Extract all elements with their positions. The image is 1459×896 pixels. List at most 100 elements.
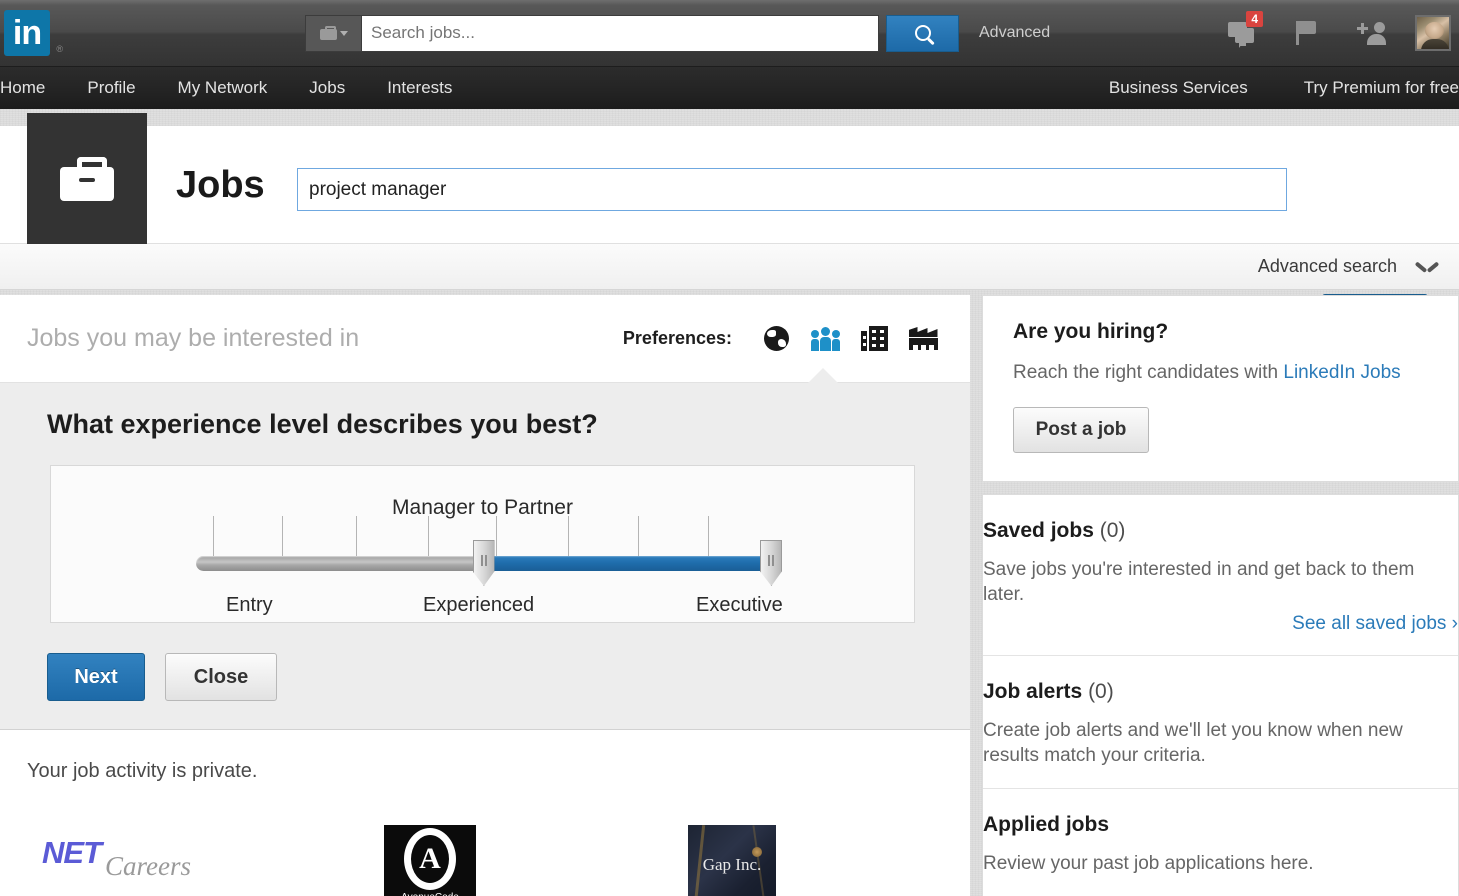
jobs-recommendations-header: Jobs you may be interested in Preference… <box>0 295 970 383</box>
applied-jobs-section: Applied jobs Review your past job applic… <box>983 788 1458 896</box>
active-preference-pointer <box>808 368 838 383</box>
job-activity-card: Saved jobs (0) Save jobs you're interest… <box>982 494 1459 896</box>
page-root: in ® Advanced 4 <box>0 0 1459 896</box>
global-search-button[interactable] <box>886 14 959 52</box>
profile-avatar[interactable] <box>1415 15 1451 51</box>
section-title: Jobs you may be interested in <box>27 324 360 352</box>
slider-selected-range <box>483 556 771 571</box>
experience-slider[interactable] <box>196 516 782 586</box>
preferences-label: Preferences: <box>622 328 732 348</box>
experience-level-wizard: What experience level describes you best… <box>0 383 970 730</box>
chevron-down-icon <box>339 30 348 36</box>
slider-axis-label-entry: Entry <box>226 594 273 616</box>
factory-icon <box>908 327 938 350</box>
see-all-saved-jobs-link[interactable]: See all saved jobs › <box>983 613 1458 635</box>
saved-jobs-title: Saved jobs (0) <box>983 519 1458 543</box>
global-nav-icons: 4 <box>1223 11 1459 51</box>
avenue-code-caption: AvenueCode <box>401 892 459 896</box>
net-careers-logo-secondary: Careers <box>105 851 191 881</box>
people-icon <box>810 326 840 351</box>
nav-item-my-network[interactable]: My Network <box>178 78 268 98</box>
net-careers-logo[interactable]: NET Careers <box>42 835 208 881</box>
jobs-badge <box>27 113 147 244</box>
job-alerts-section: Job alerts (0) Create job alerts and we'… <box>983 655 1458 788</box>
main-column: Jobs you may be interested in Preference… <box>0 295 970 896</box>
job-alerts-text: Create job alerts and we'll let you know… <box>983 720 1403 767</box>
secnav-secondary-links: Business Services Try Premium for free <box>1109 78 1459 98</box>
nav-item-home[interactable]: Home <box>0 78 45 98</box>
hiring-card-text-prefix: Reach the right candidates with <box>1013 362 1284 383</box>
add-person-icon <box>1357 21 1386 45</box>
search-category-dropdown[interactable] <box>305 14 361 52</box>
advanced-link[interactable]: Advanced <box>979 24 1050 42</box>
slider-axis-label-executive: Executive <box>696 594 783 616</box>
are-you-hiring-card: Are you hiring? Reach the right candidat… <box>982 295 1459 483</box>
post-a-job-button[interactable]: Post a job <box>1013 407 1149 454</box>
registered-mark: ® <box>56 44 63 54</box>
slider-value-label: Manager to Partner <box>392 496 573 519</box>
privacy-notice: Your job activity is private. <box>27 760 258 782</box>
globe-icon <box>763 326 789 351</box>
linkedin-logo-text: in <box>12 14 42 52</box>
gap-inc-logo[interactable]: Gap Inc. <box>688 825 776 896</box>
hiring-card-text: Reach the right candidates with LinkedIn… <box>1013 360 1428 385</box>
next-button[interactable]: Next <box>47 653 145 701</box>
job-activity-section: Your job activity is private. NET Career… <box>0 730 970 896</box>
right-rail: Are you hiring? Reach the right candidat… <box>982 295 1459 896</box>
net-careers-logo-primary: NET <box>42 835 102 870</box>
messages-button[interactable]: 4 <box>1223 11 1263 50</box>
applied-jobs-text: Review your past job applications here. <box>983 853 1314 875</box>
search-icon <box>914 25 931 41</box>
avenue-code-mark: A <box>404 827 456 890</box>
preference-company-size-button[interactable] <box>859 324 889 354</box>
messages-badge: 4 <box>1246 11 1263 27</box>
secnav-primary-links: Home Profile My Network Jobs Interests <box>0 78 452 98</box>
avenue-code-logo[interactable]: A AvenueCode <box>384 825 476 896</box>
saved-jobs-label: Saved jobs <box>983 519 1094 543</box>
saved-jobs-text: Save jobs you're interested in and get b… <box>983 559 1415 606</box>
advanced-search-label: Advanced search <box>1257 256 1397 276</box>
nav-item-profile[interactable]: Profile <box>87 78 135 98</box>
preference-people-button[interactable] <box>810 324 840 354</box>
preference-globe-button[interactable] <box>761 324 791 354</box>
nav-item-interests[interactable]: Interests <box>387 78 452 98</box>
preference-industry-button[interactable] <box>908 324 938 354</box>
global-search-area: Advanced <box>305 14 1050 52</box>
nav-item-jobs[interactable]: Jobs <box>309 78 345 98</box>
jobs-header: Jobs Search <box>0 113 1459 340</box>
wizard-question: What experience level describes you best… <box>47 409 598 439</box>
saved-jobs-section: Saved jobs (0) Save jobs you're interest… <box>983 495 1458 655</box>
job-alerts-count: (0) <box>1088 680 1114 704</box>
secondary-navigation-bar: Home Profile My Network Jobs Interests B… <box>0 67 1459 109</box>
wizard-buttons: Next Close <box>47 653 970 729</box>
slider-handle-low[interactable] <box>472 540 495 586</box>
experience-slider-card: Manager to Partner Entry Experienced Exe… <box>50 465 915 623</box>
applied-jobs-title: Applied jobs <box>983 813 1109 837</box>
jobs-search-input[interactable] <box>297 168 1287 211</box>
nav-item-business-services[interactable]: Business Services <box>1109 78 1248 98</box>
briefcase-icon <box>319 26 337 40</box>
job-alerts-label: Job alerts <box>983 680 1083 704</box>
linkedin-logo[interactable]: in ® <box>4 10 63 56</box>
hiring-card-title: Are you hiring? <box>1013 320 1169 343</box>
avenue-code-letter: A <box>419 841 441 875</box>
office-building-icon <box>860 326 888 351</box>
slider-axis-label-experienced: Experienced <box>423 594 535 616</box>
global-search-input[interactable] <box>361 14 879 52</box>
company-logo-strip: NET Careers A AvenueCode Gap Inc. <box>0 805 970 896</box>
global-navigation-bar: in ® Advanced 4 <box>0 0 1459 67</box>
advanced-search-toggle[interactable]: Advanced search <box>0 244 1459 290</box>
notifications-button[interactable] <box>1287 16 1327 50</box>
close-button[interactable]: Close <box>165 653 277 701</box>
add-connection-button[interactable] <box>1351 16 1391 50</box>
job-alerts-title: Job alerts (0) <box>983 680 1458 704</box>
linkedin-jobs-link[interactable]: LinkedIn Jobs <box>1283 362 1400 383</box>
page-title: Jobs <box>176 164 265 206</box>
gap-inc-logo-text: Gap Inc. <box>702 855 762 874</box>
flag-icon <box>1296 21 1318 45</box>
nav-item-try-premium[interactable]: Try Premium for free <box>1304 78 1459 98</box>
preferences-group: Preferences: <box>623 324 970 354</box>
slider-handle-high[interactable] <box>760 540 782 586</box>
chevron-down-icon <box>1417 261 1437 272</box>
saved-jobs-count: (0) <box>1099 519 1126 543</box>
